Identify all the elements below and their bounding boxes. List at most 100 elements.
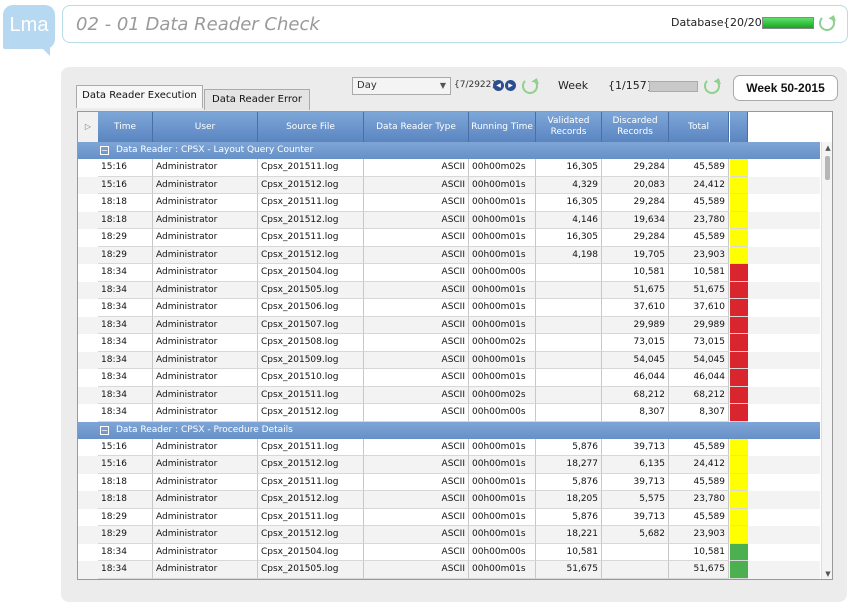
table-row[interactable]: 15:16 Administrator Cpsx_201512.log ASCII 00… [78,176,820,194]
database-progress-fill [763,18,813,28]
database-refresh-icon[interactable] [819,15,835,31]
cell-total: 51,675 [669,281,729,299]
status-indicator [730,369,748,387]
tab-data-reader-error[interactable]: Data Reader Error [204,89,310,110]
table-row[interactable]: 18:34 Administrator Cpsx_201511.log ASCII 00… [78,386,820,404]
cell-discarded: 46,044 [602,369,669,387]
cell-discarded: 68,212 [602,386,669,404]
collapse-icon[interactable]: − [100,425,109,435]
table-row[interactable]: 18:34 Administrator Cpsx_201504.log ASCII 00… [78,543,820,561]
cell-time: 15:16 [98,159,153,177]
next-page-icon[interactable]: ▶ [505,80,516,91]
table-row[interactable]: 15:16 Administrator Cpsx_201511.log ASCII 00… [78,438,820,456]
cell-type: ASCII [364,159,469,177]
cell-time: 18:34 [98,281,153,299]
table-row[interactable]: 18:34 Administrator Cpsx_201504.log ASCII 00… [78,264,820,282]
cell-running: 00h00m01s [469,351,536,369]
table-row[interactable]: 15:16 Administrator Cpsx_201512.log ASCII 00… [78,456,820,474]
prev-page-icon[interactable]: ◀ [493,80,504,91]
cell-discarded: 51,675 [602,281,669,299]
table-row[interactable]: 18:34 Administrator Cpsx_201507.log ASCII 00… [78,316,820,334]
cell-file: Cpsx_201505.log [258,561,364,579]
table-row[interactable]: 18:34 Administrator Cpsx_201509.log ASCII 00… [78,351,820,369]
cell-type: ASCII [364,211,469,229]
table-row[interactable]: 18:34 Administrator Cpsx_201508.log ASCII 00… [78,334,820,352]
group-row[interactable]: − Data Reader : CPSX - Procedure Details [78,421,820,439]
cell-discarded: 6,135 [602,456,669,474]
cell-user: Administrator [153,316,258,334]
cell-user: Administrator [153,404,258,422]
cell-user: Administrator [153,543,258,561]
column-header[interactable]: Total [669,112,729,142]
cell-user: Administrator [153,229,258,247]
table-row[interactable]: 18:18 Administrator Cpsx_201512.log ASCII 00… [78,211,820,229]
column-header[interactable]: User [153,112,258,142]
cell-total: 8,307 [669,404,729,422]
table-row[interactable]: 18:29 Administrator Cpsx_201511.log ASCII 00… [78,229,820,247]
status-indicator [730,351,748,369]
cell-total: 68,212 [669,386,729,404]
grid-rows: − Data Reader : CPSX - Layout Query Count… [78,142,820,579]
week-refresh-icon[interactable] [704,78,720,94]
table-row[interactable]: 18:29 Administrator Cpsx_201512.log ASCII 00… [78,526,820,544]
cell-validated [536,316,602,334]
cell-validated: 4,198 [536,246,602,264]
cell-file: Cpsx_201511.log [258,159,364,177]
table-row[interactable]: 18:34 Administrator Cpsx_201512.log ASCII 00… [78,404,820,422]
cell-validated [536,351,602,369]
cell-user: Administrator [153,351,258,369]
cell-total: 54,045 [669,351,729,369]
cell-running: 00h00m01s [469,508,536,526]
cell-total: 45,589 [669,229,729,247]
group-row[interactable]: − Data Reader : CPSX - Layout Query Count… [78,142,820,159]
table-row[interactable]: 18:29 Administrator Cpsx_201511.log ASCII 00… [78,508,820,526]
vertical-scrollbar[interactable]: ▲ ▼ [821,142,832,579]
status-indicator [730,386,748,404]
table-row[interactable]: 18:34 Administrator Cpsx_201505.log ASCII 00… [78,281,820,299]
cell-total: 23,780 [669,491,729,509]
cell-discarded: 39,713 [602,508,669,526]
cell-running: 00h00m02s [469,334,536,352]
cell-discarded: 8,307 [602,404,669,422]
cell-user: Administrator [153,369,258,387]
period-refresh-icon[interactable] [522,78,538,94]
table-row[interactable]: 18:34 Administrator Cpsx_201506.log ASCII 00… [78,299,820,317]
cell-running: 00h00m01s [469,491,536,509]
cell-time: 18:18 [98,473,153,491]
cell-discarded: 5,682 [602,526,669,544]
table-row[interactable]: 18:18 Administrator Cpsx_201512.log ASCII 00… [78,491,820,509]
period-select[interactable]: Day ▼ [352,77,451,95]
scroll-down-icon[interactable]: ▼ [823,569,832,579]
cell-discarded: 19,634 [602,211,669,229]
cell-time: 18:29 [98,246,153,264]
scroll-up-icon[interactable]: ▲ [823,143,832,153]
cell-time: 18:34 [98,404,153,422]
scroll-thumb[interactable] [825,156,830,180]
table-row[interactable]: 18:34 Administrator Cpsx_201505.log ASCII 00… [78,561,820,579]
column-header[interactable]: Time [98,112,153,142]
status-indicator [730,176,748,194]
column-header[interactable]: Source File [258,112,364,142]
page-title: 02 - 01 Data Reader Check [76,14,320,35]
table-row[interactable]: 18:29 Administrator Cpsx_201512.log ASCII 00… [78,246,820,264]
table-row[interactable]: 18:18 Administrator Cpsx_201511.log ASCII 00… [78,473,820,491]
cell-validated: 5,876 [536,438,602,456]
column-header[interactable]: Validated Records [536,112,602,142]
table-row[interactable]: 18:18 Administrator Cpsx_201511.log ASCII 00… [78,194,820,212]
column-header[interactable]: Running Time [469,112,536,142]
cell-time: 18:18 [98,211,153,229]
cell-file: Cpsx_201506.log [258,299,364,317]
column-header[interactable]: Data Reader Type [364,112,469,142]
status-indicator [730,229,748,247]
column-header[interactable]: Discarded Records [602,112,669,142]
cell-time: 18:34 [98,264,153,282]
database-progress-bar [762,17,814,29]
status-indicator [730,404,748,422]
table-row[interactable]: 18:34 Administrator Cpsx_201510.log ASCII 00… [78,369,820,387]
tab-data-reader-execution[interactable]: Data Reader Execution [76,85,203,108]
table-row[interactable]: 15:16 Administrator Cpsx_201511.log ASCII 00… [78,159,820,177]
cell-file: Cpsx_201511.log [258,386,364,404]
expand-all-icon[interactable]: ▷ [78,112,98,142]
week-button[interactable]: Week 50-2015 [733,75,838,101]
collapse-icon[interactable]: − [100,146,109,155]
